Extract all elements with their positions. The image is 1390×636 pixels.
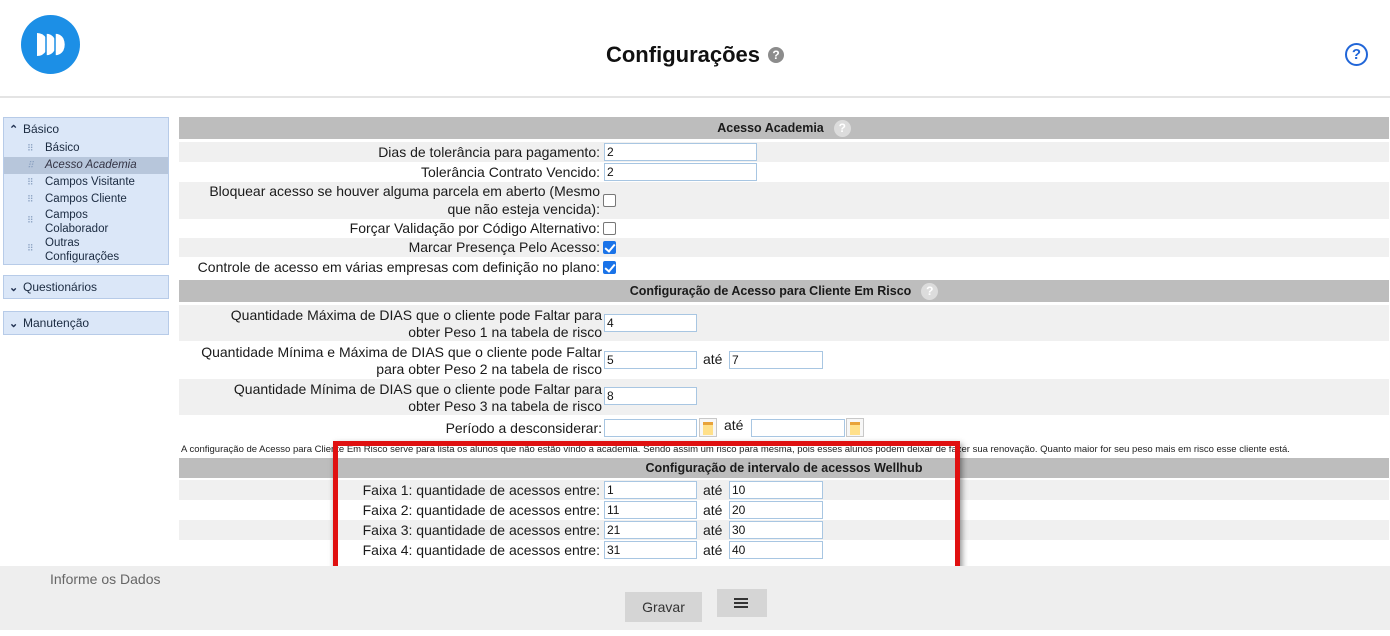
help-icon[interactable]: ?	[921, 283, 939, 301]
section-title: Configuração de Acesso para Cliente Em R…	[629, 284, 912, 298]
list-button[interactable]	[717, 589, 767, 617]
grip-icon: ⠿	[27, 143, 34, 153]
save-button[interactable]: Gravar	[625, 592, 702, 622]
label-bloquear-acesso-line2: que não esteja vencida):	[447, 201, 600, 217]
controle-acesso-checkbox[interactable]	[603, 261, 616, 274]
sidebar-item-label: Campos Cliente	[45, 193, 127, 205]
grip-icon: ⠿	[27, 194, 34, 204]
sidebar-panel-manutencao[interactable]: ⌄ Manutenção	[3, 311, 169, 335]
label-peso1-line2: obter Peso 1 na tabela de risco	[408, 324, 602, 340]
page-title: Configurações	[605, 42, 761, 67]
row-tolerancia-contrato: Tolerância Contrato Vencido: 2	[179, 162, 1389, 182]
sidebar-item-label: Campos Colaborador	[45, 209, 109, 235]
chevron-down-icon: ⌄	[9, 281, 19, 294]
help-icon[interactable]: ?	[833, 120, 851, 138]
peso1-input[interactable]: 4	[604, 314, 697, 332]
row-marcar-presenca: Marcar Presença Pelo Acesso:	[179, 238, 1389, 257]
calendar-icon[interactable]	[699, 418, 717, 437]
highlight-box	[333, 441, 960, 576]
label-peso1-line1: Quantidade Máxima de DIAS que o cliente …	[230, 307, 602, 323]
grip-icon: ⠿	[27, 160, 34, 170]
help-circle-icon[interactable]: ?	[1345, 43, 1368, 66]
sidebar-item-label: Básico	[45, 142, 80, 154]
label-periodo: Período a desconsiderar:	[445, 420, 602, 436]
sidebar-header-label: Básico	[23, 122, 60, 136]
forcar-validacao-checkbox[interactable]	[603, 222, 616, 235]
periodo-to-input[interactable]	[751, 419, 845, 437]
help-icon[interactable]: ?	[768, 47, 785, 63]
sidebar-item-label: Outras Configurações	[45, 237, 120, 263]
row-peso2: Quantidade Mínima e Máxima de DIAS que o…	[179, 341, 1389, 379]
grip-icon: ⠿	[27, 215, 34, 225]
sidebar-item-outras-configuracoes[interactable]: ⠿ Outras Configurações	[4, 236, 119, 264]
row-forcar-validacao: Forçar Validação por Código Alternativo:	[179, 219, 1389, 238]
label-controle-acesso: Controle de acesso em várias empresas co…	[197, 259, 600, 275]
bloquear-acesso-checkbox[interactable]	[603, 194, 616, 207]
label-tolerancia-contrato: Tolerância Contrato Vencido:	[421, 164, 600, 180]
section-title: Acesso Academia	[717, 121, 824, 135]
peso3-input[interactable]: 8	[604, 387, 697, 405]
sidebar-item-basico[interactable]: ⠿ Básico	[4, 140, 168, 157]
page-title-wrap: Configurações ?	[0, 42, 1390, 68]
row-periodo: Período a desconsiderar: até	[179, 415, 1389, 439]
row-dias-tolerancia: Dias de tolerância para pagamento: 2	[179, 142, 1389, 162]
label-ate: até	[703, 351, 723, 367]
sidebar-item-campos-cliente[interactable]: ⠿ Campos Cliente	[4, 191, 168, 208]
sidebar-panel-basico: ⌃ Básico ⠿ Básico ⠿ Acesso Academia ⠿ Ca…	[3, 117, 169, 265]
sidebar-item-label: Campos Visitante	[45, 176, 135, 188]
label-ate: até	[724, 417, 744, 433]
calendar-icon[interactable]	[846, 418, 864, 437]
list-icon	[734, 598, 748, 600]
row-controle-acesso: Controle de acesso em várias empresas co…	[179, 257, 1389, 277]
section-header-cliente-risco: Configuração de Acesso para Cliente Em R…	[179, 280, 1389, 302]
row-bloquear-acesso: Bloquear acesso se houver alguma parcela…	[179, 182, 1389, 219]
row-peso1: Quantidade Máxima de DIAS que o cliente …	[179, 305, 1389, 341]
peso2-max-input[interactable]: 7	[729, 351, 823, 369]
label-bloquear-acesso-line1: Bloquear acesso se houver alguma parcela…	[209, 183, 600, 199]
label-peso3-line1: Quantidade Mínima de DIAS que o cliente …	[233, 381, 602, 397]
row-peso3: Quantidade Mínima de DIAS que o cliente …	[179, 379, 1389, 415]
sidebar-item-label: Acesso Academia	[45, 159, 137, 171]
label-peso2-line1: Quantidade Mínima e Máxima de DIAS que o…	[201, 344, 602, 360]
label-peso2-line2: para obter Peso 2 na tabela de risco	[376, 361, 602, 377]
tolerancia-contrato-input[interactable]: 2	[604, 163, 757, 181]
chevron-up-icon: ⌃	[9, 123, 19, 136]
label-peso3-line2: obter Peso 3 na tabela de risco	[408, 398, 602, 414]
dias-tolerancia-input[interactable]: 2	[604, 143, 757, 161]
section-header-acesso-academia: Acesso Academia?	[179, 117, 1389, 139]
peso2-min-input[interactable]: 5	[604, 351, 697, 369]
grip-icon: ⠿	[27, 243, 34, 253]
sidebar-item-campos-colaborador[interactable]: ⠿ Campos Colaborador	[4, 208, 114, 236]
footer-info-label: Informe os Dados	[50, 571, 161, 587]
label-marcar-presenca: Marcar Presença Pelo Acesso:	[408, 239, 600, 255]
grip-icon: ⠿	[27, 177, 34, 187]
sidebar-header-questionarios[interactable]: ⌄ Questionários	[4, 276, 168, 298]
list-icon-line	[734, 602, 748, 604]
sidebar-header-manutencao[interactable]: ⌄ Manutenção	[4, 312, 168, 334]
chevron-down-icon: ⌄	[9, 317, 19, 330]
footer: Informe os Dados Gravar	[0, 566, 1390, 630]
sidebar-item-campos-visitante[interactable]: ⠿ Campos Visitante	[4, 174, 168, 191]
list-icon-line	[734, 606, 748, 608]
sidebar-header-basico[interactable]: ⌃ Básico	[4, 118, 168, 140]
periodo-from-input[interactable]	[604, 419, 697, 437]
sidebar-item-acesso-academia[interactable]: ⠿ Acesso Academia	[4, 157, 168, 174]
label-forcar-validacao: Forçar Validação por Código Alternativo:	[349, 220, 600, 236]
sidebar-header-label: Questionários	[23, 280, 98, 294]
sidebar-panel-questionarios[interactable]: ⌄ Questionários	[3, 275, 169, 299]
marcar-presenca-checkbox[interactable]	[603, 241, 616, 254]
sidebar-header-label: Manutenção	[23, 316, 90, 330]
label-dias-tolerancia: Dias de tolerância para pagamento:	[378, 144, 600, 160]
header: Configurações ? ?	[0, 0, 1390, 98]
